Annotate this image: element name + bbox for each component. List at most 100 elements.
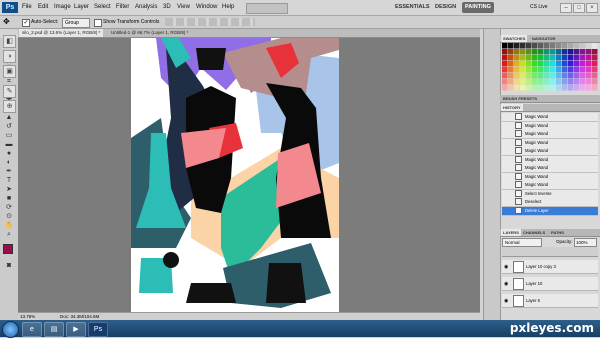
swatch-cell	[556, 79, 562, 85]
auto-select-dropdown[interactable]: Group	[62, 18, 90, 28]
history-step-label: Magic Wand	[525, 148, 549, 153]
pen-tool[interactable]: ✒	[4, 168, 14, 175]
swatch-cell	[556, 85, 562, 91]
swatch-cell	[544, 79, 550, 85]
eraser-tool[interactable]: ▭	[4, 132, 14, 139]
shape-tool[interactable]: ■	[4, 195, 14, 202]
magic-wand-icon	[515, 164, 522, 172]
history-step-selected[interactable]: Delete Layer	[502, 206, 598, 216]
zoom-level[interactable]: 13.76%	[20, 313, 35, 320]
dodge-tool[interactable]: ◐	[4, 159, 14, 166]
workspace-painting[interactable]: PAINTING	[462, 2, 494, 13]
bridge-minibridge-buttons[interactable]	[246, 3, 288, 14]
show-transform-checkbox[interactable]	[94, 19, 102, 27]
start-button[interactable]	[2, 321, 19, 338]
photoshop-taskbar-icon[interactable]: Ps	[88, 322, 108, 337]
eye-icon[interactable]: ◉	[504, 281, 508, 287]
swatch-cell	[550, 67, 556, 73]
delete-layer-icon	[515, 206, 522, 214]
menu-filter[interactable]: Filter	[116, 2, 129, 13]
swatch-cell	[526, 73, 532, 79]
workspace-essentials[interactable]: ESSENTIALS	[392, 2, 433, 13]
folder-icon[interactable]: ▤	[44, 322, 64, 337]
menu-file[interactable]: File	[22, 2, 32, 13]
menu-image[interactable]: Image	[54, 2, 71, 13]
3d-rotate-tool[interactable]: ⟳	[4, 204, 14, 211]
workspace-design[interactable]: DESIGN	[432, 2, 459, 13]
menu-edit[interactable]: Edit	[38, 2, 48, 13]
tab-silo[interactable]: silo_2.psd @ 13.6% (Layer 1, RGB/8) *	[19, 29, 104, 37]
history-step-label: Magic Wand	[525, 139, 549, 145]
black-top-hat	[196, 48, 226, 70]
swatch-cell	[532, 49, 538, 55]
crop-tool[interactable]: ⌗	[4, 78, 14, 85]
document-canvas[interactable]	[131, 38, 339, 312]
watermark: pxleyes.com	[509, 321, 594, 335]
menu-window[interactable]: Window	[196, 2, 217, 13]
swatch-cell	[580, 55, 586, 61]
hand-tool[interactable]: ✋	[4, 222, 14, 229]
blur-tool[interactable]: ●	[4, 150, 14, 157]
ie-icon[interactable]: e	[22, 322, 42, 337]
select-inverse-icon	[515, 189, 522, 197]
swatch-cell	[502, 61, 508, 67]
swatch-cell	[520, 73, 526, 79]
layer-row[interactable]: ◉ Layer 10	[502, 277, 598, 291]
menu-help[interactable]: Help	[222, 2, 234, 13]
type-tool[interactable]: T	[4, 177, 14, 184]
foreground-color-swatch[interactable]	[3, 244, 13, 254]
swatch-cell	[526, 49, 532, 55]
color-panel-icon[interactable]: ◧	[3, 35, 16, 48]
layer-row[interactable]: ◉ Layer 6	[502, 294, 598, 308]
black-knob	[163, 252, 179, 268]
swatch-cell	[538, 61, 544, 67]
swatch-cell	[502, 67, 508, 73]
cs-live[interactable]: CS Live	[530, 3, 548, 12]
gradient-tool[interactable]: ▬	[4, 141, 14, 148]
close-button[interactable]: ×	[586, 3, 598, 13]
eye-icon[interactable]: ◉	[504, 298, 508, 304]
media-player-icon[interactable]: ▶	[66, 322, 86, 337]
3d-camera-tool[interactable]: ⊙	[4, 213, 14, 220]
layer-row[interactable]: ◉ Layer 10 copy 3	[502, 260, 598, 274]
history-brush-tool[interactable]: ↺	[4, 123, 14, 130]
swatch-cell	[520, 79, 526, 85]
eye-icon[interactable]: ◉	[504, 264, 508, 270]
menu-3d[interactable]: 3D	[163, 2, 171, 13]
adjustments-panel-icon[interactable]: ◑	[3, 50, 16, 63]
history-step-label: Magic Wand	[525, 165, 549, 170]
tab-layers[interactable]: LAYERS	[501, 229, 521, 236]
swatch-cell	[568, 55, 574, 61]
menu-select[interactable]: Select	[94, 2, 111, 13]
swatch-cell	[532, 61, 538, 67]
tab-navigator[interactable]: NAVIGATOR	[530, 35, 557, 42]
tab-swatches[interactable]: SWATCHES	[501, 35, 528, 42]
clone-source-icon[interactable]: ⊕	[3, 100, 16, 113]
tab-paths[interactable]: PATHS	[549, 229, 566, 236]
maximize-button[interactable]: □	[573, 3, 585, 13]
opacity-input[interactable]: 100%	[574, 238, 597, 247]
swatch-grid[interactable]	[502, 43, 598, 91]
auto-select-checkbox[interactable]: ✓	[22, 19, 30, 27]
stamp-tool[interactable]: ▲	[4, 114, 14, 121]
masks-panel-icon[interactable]: ▣	[3, 65, 16, 78]
tab-channels[interactable]: CHANNELS	[521, 229, 547, 236]
swatch-cell	[514, 67, 520, 73]
brush-panel-icon[interactable]: ✎	[3, 85, 16, 98]
swatch-cell	[550, 49, 556, 55]
tab-history[interactable]: HISTORY	[501, 104, 523, 111]
tab-brush-presets[interactable]: BRUSH PRESETS	[501, 95, 539, 102]
blend-mode-dropdown[interactable]: Normal	[502, 238, 542, 247]
swatch-cell	[526, 61, 532, 67]
path-select-tool[interactable]: ➤	[4, 186, 14, 193]
menu-view[interactable]: View	[177, 2, 190, 13]
menu-analysis[interactable]: Analysis	[135, 2, 157, 13]
tab-untitled[interactable]: Untitled-1 @ 66.7% (Layer 1, RGB/8) *	[108, 29, 191, 37]
move-tool-icon: ✥	[3, 17, 10, 26]
minimize-button[interactable]: –	[560, 3, 572, 13]
zoom-tool[interactable]: ⌕	[4, 231, 14, 238]
quick-mask-icon[interactable]: ◙	[4, 262, 14, 269]
menu-layer[interactable]: Layer	[74, 2, 89, 13]
history-step-label: Magic Wand	[525, 156, 549, 162]
align-distribute-buttons[interactable]	[165, 18, 255, 26]
